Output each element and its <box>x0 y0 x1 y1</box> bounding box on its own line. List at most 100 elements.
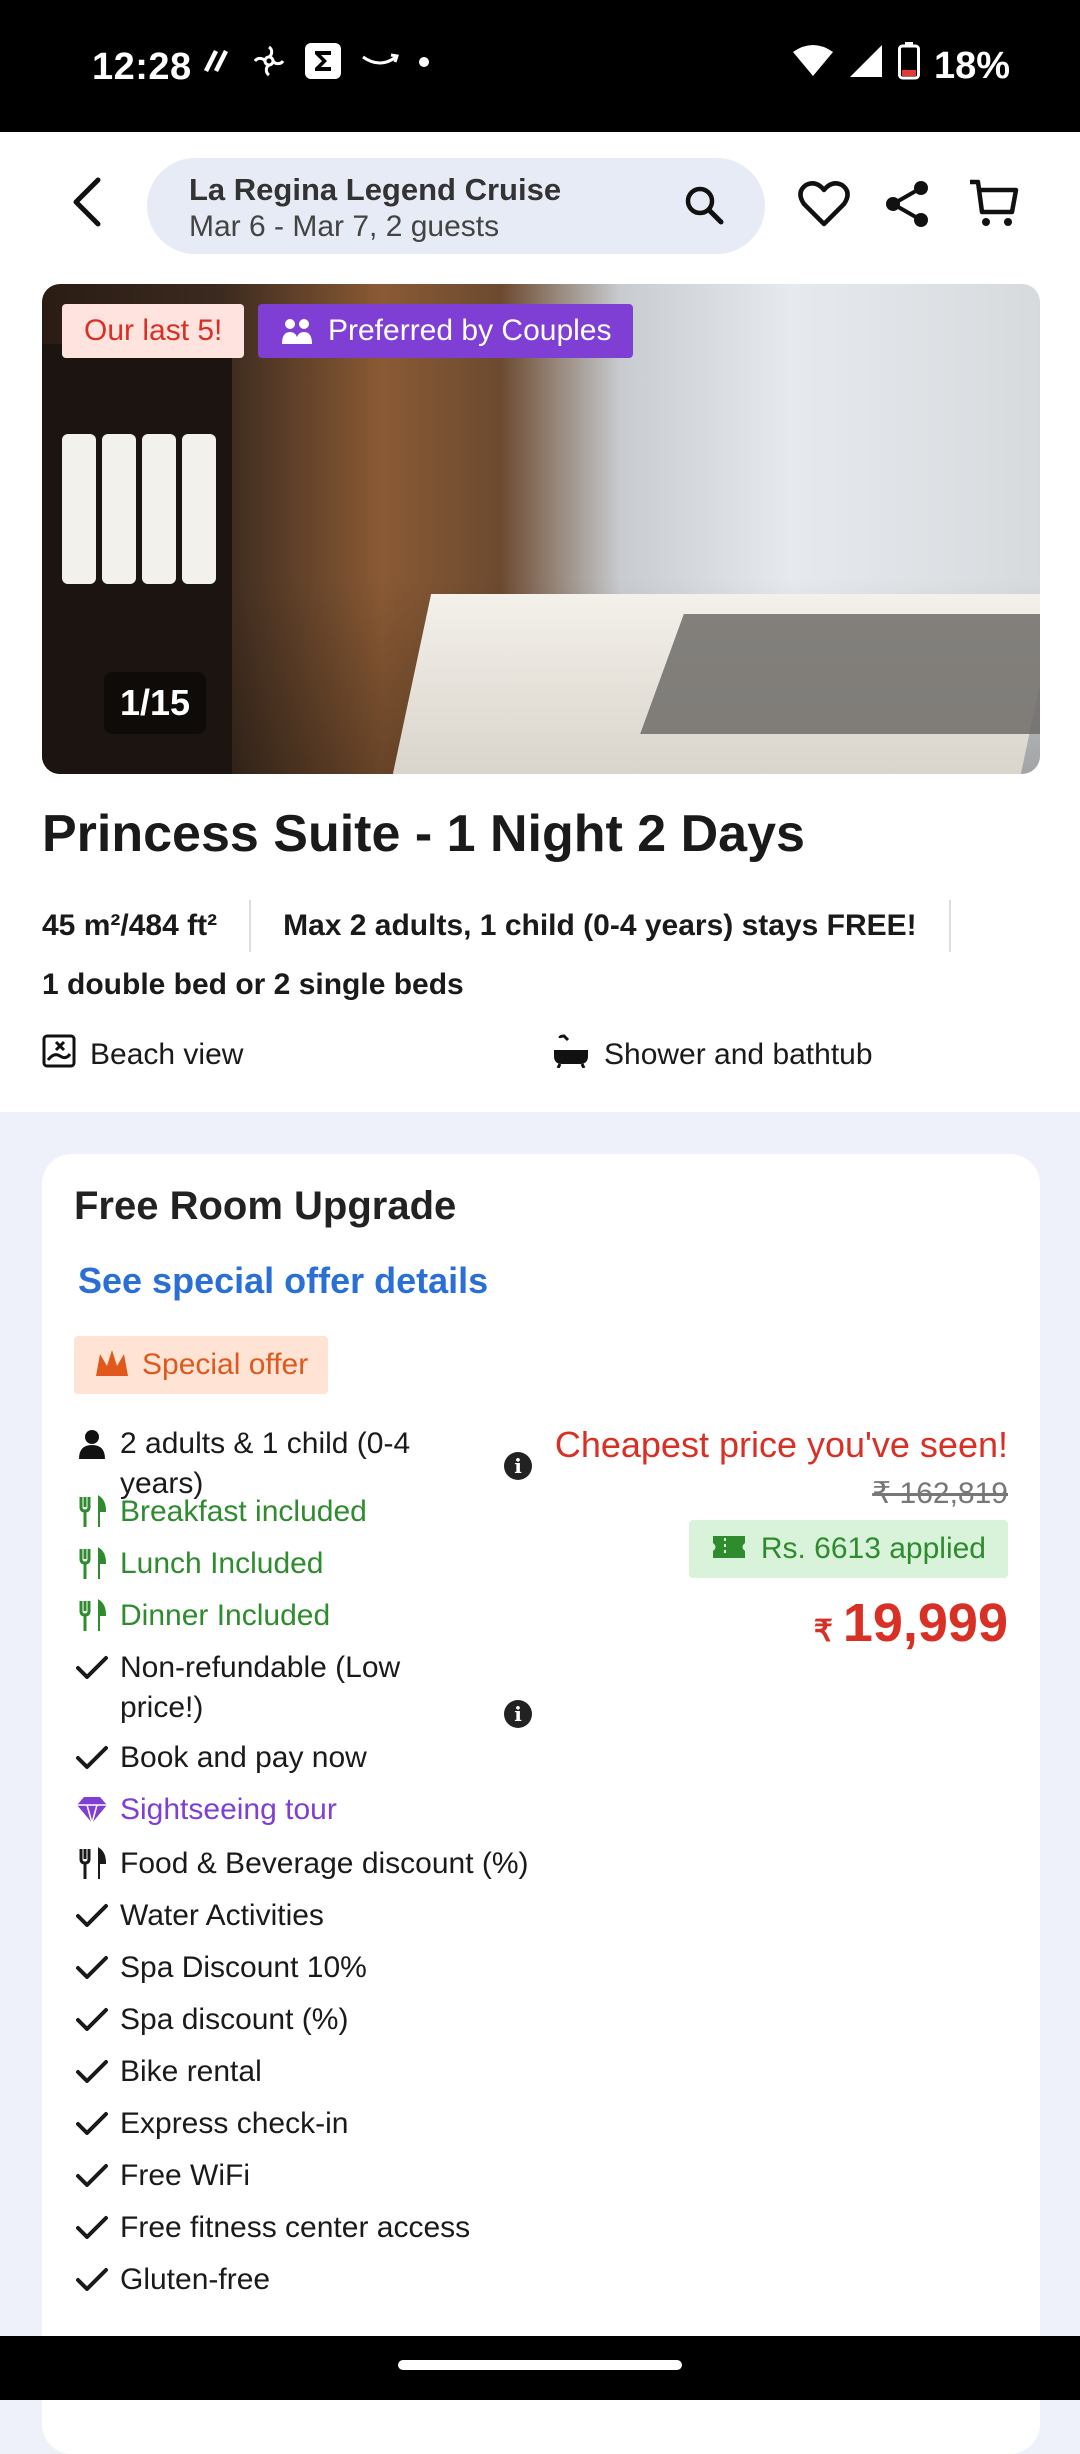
cart-icon[interactable] <box>968 178 1020 233</box>
offer-feature-label: Lunch Included <box>120 1547 324 1580</box>
search-icon[interactable] <box>683 184 725 231</box>
signal-icon <box>848 43 884 89</box>
robe-shape <box>142 434 176 584</box>
status-right: 18% <box>792 42 1010 90</box>
search-subtitle: Mar 6 - Mar 7, 2 guests <box>189 210 500 243</box>
offer-feature-item: Non-refundable (Low price!) <box>74 1648 574 1728</box>
amenity-beach-view: Beach view <box>42 1034 243 1076</box>
final-price: ₹ 19,999 <box>814 1592 1008 1654</box>
check-icon <box>74 1740 110 1776</box>
bathtub-icon <box>552 1034 590 1076</box>
check-icon <box>74 2106 110 2142</box>
offer-feature-item: Dinner Included <box>74 1596 574 1636</box>
offer-feature-label: Dinner Included <box>120 1599 331 1632</box>
room-photo-runner <box>640 614 1040 734</box>
spec-divider <box>948 900 951 952</box>
bed-configuration: 1 double bed or 2 single beds <box>42 968 464 1001</box>
dot-icon <box>418 55 430 73</box>
beach-view-icon <box>42 1034 76 1076</box>
search-title: La Regina Legend Cruise <box>189 172 562 207</box>
couple-icon <box>280 316 314 354</box>
person-icon <box>74 1426 110 1462</box>
offer-feature-label: Express check-in <box>120 2107 349 2140</box>
room-title: Princess Suite - 1 Night 2 Days <box>42 805 805 863</box>
offer-feature-item: Free WiFi <box>74 2156 574 2196</box>
offer-feature-item: Spa Discount 10% <box>74 1948 574 1988</box>
room-details-section: Our last 5! Preferred by Couples 1/15 Pr… <box>0 278 1080 1112</box>
photo-counter: 1/15 <box>104 672 207 734</box>
info-icon[interactable]: i <box>504 1452 532 1480</box>
search-summary-pill[interactable]: La Regina Legend Cruise Mar 6 - Mar 7, 2… <box>147 158 765 254</box>
battery-low-icon <box>897 42 920 90</box>
battery-percent: 18% <box>933 44 1010 87</box>
heart-icon[interactable] <box>798 180 850 233</box>
notification-icons <box>200 42 430 85</box>
crown-icon <box>94 1348 130 1386</box>
share-icon[interactable] <box>884 180 930 233</box>
room-occupancy: Max 2 adults, 1 child (0-4 years) stays … <box>283 909 917 942</box>
check-icon <box>74 1950 110 1986</box>
cheapest-price-label: Cheapest price you've seen! <box>554 1424 1008 1465</box>
diamond-icon <box>74 1792 110 1828</box>
offer-feature-item: Sightseeing tour <box>74 1790 574 1830</box>
offer-feature-label: Spa discount (%) <box>120 2003 349 2036</box>
offer-feature-item: Spa discount (%) <box>74 2000 574 2040</box>
cutlery-icon <box>74 1598 110 1634</box>
special-offer-details-link[interactable]: See special offer details <box>78 1260 488 1302</box>
cutlery-icon <box>74 1546 110 1582</box>
check-icon <box>74 2210 110 2246</box>
amazon-icon <box>360 51 400 76</box>
check-icon <box>74 2002 110 2038</box>
sigma-app-icon <box>304 42 342 85</box>
status-bar: 12:28 18% <box>0 0 1080 132</box>
offer-feature-label: Book and pay now <box>120 1741 367 1774</box>
wifi-icon <box>792 44 834 88</box>
offer-feature-label: Water Activities <box>120 1899 324 1932</box>
offer-feature-label: Gluten-free <box>120 2263 271 2296</box>
info-icon[interactable]: i <box>504 1700 532 1728</box>
rate-offer-card: Free Room Upgrade See special offer deta… <box>42 1154 1040 2454</box>
offer-feature-label: Food & Beverage discount (%) <box>120 1847 529 1880</box>
check-icon <box>74 1650 110 1686</box>
offer-feature-item: Food & Beverage discount (%) <box>74 1844 574 1884</box>
offer-feature-label: Sightseeing tour <box>120 1793 337 1826</box>
special-offer-label: Special offer <box>142 1348 309 1381</box>
room-specs: 45 m²/484 ft² Max 2 adults, 1 child (0-4… <box>42 900 983 952</box>
price-currency: ₹ <box>813 1615 833 1648</box>
preferred-couples-badge: Preferred by Couples <box>258 304 634 358</box>
preferred-couples-label: Preferred by Couples <box>328 314 612 347</box>
offer-feature-label: Spa Discount 10% <box>120 1951 367 1984</box>
special-offer-badge: Special offer <box>74 1336 329 1394</box>
price-value: 19,999 <box>842 1593 1008 1653</box>
status-time: 12:28 <box>92 46 192 88</box>
offer-feature-item: Express check-in <box>74 2104 574 2144</box>
room-size: 45 m²/484 ft² <box>42 909 218 942</box>
offer-feature-item: Breakfast included <box>74 1492 574 1532</box>
offer-feature-label: Free WiFi <box>120 2159 250 2192</box>
original-price: ₹ 162,819 <box>872 1477 1008 1510</box>
cutlery-icon <box>74 1494 110 1530</box>
pinwheel-icon <box>252 44 286 83</box>
offer-feature-item: Lunch Included <box>74 1544 574 1584</box>
check-icon <box>74 2054 110 2090</box>
offer-feature-item: Water Activities <box>74 1896 574 1936</box>
offer-feature-label: Bike rental <box>120 2055 262 2088</box>
offer-feature-item: Book and pay now <box>74 1738 574 1778</box>
app-header: La Regina Legend Cruise Mar 6 - Mar 7, 2… <box>0 132 1080 278</box>
home-gesture-handle[interactable] <box>398 2360 682 2370</box>
system-nav-bar <box>0 2336 1080 2400</box>
offer-feature-item: Gluten-free <box>74 2260 574 2300</box>
offer-title: Free Room Upgrade <box>74 1184 457 1228</box>
back-button[interactable] <box>62 172 112 232</box>
robe-shape <box>182 434 216 584</box>
offer-feature-label: Non-refundable (Low price!) <box>120 1651 401 1724</box>
spec-divider <box>249 900 252 952</box>
back-arrow-icon <box>62 177 112 236</box>
discount-applied-label: Rs. 6613 applied <box>760 1532 986 1565</box>
airtable-icon <box>200 46 234 81</box>
offer-feature-item: Free fitness center access <box>74 2208 574 2248</box>
check-icon <box>74 1898 110 1934</box>
last-rooms-badge: Our last 5! <box>62 304 245 358</box>
offer-feature-label: Free fitness center access <box>120 2211 471 2244</box>
room-photo-carousel[interactable]: Our last 5! Preferred by Couples 1/15 <box>42 284 1040 774</box>
